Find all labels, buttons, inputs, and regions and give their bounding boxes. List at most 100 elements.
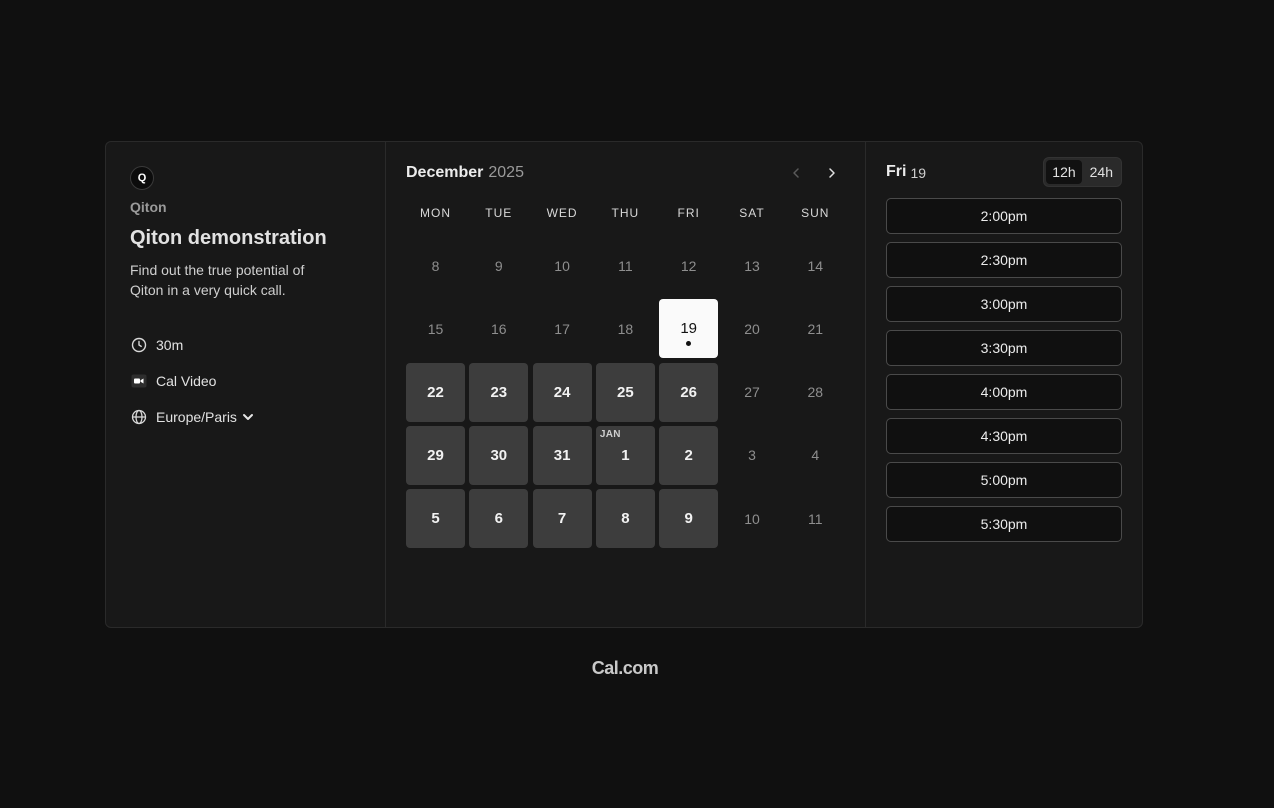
day-cell: 14	[786, 236, 845, 295]
date-picker: December 2025 MON TUE WED THU FRI SAT SUN 8 9 10…	[386, 142, 866, 627]
time-slot-button[interactable]: 4:00pm	[886, 374, 1122, 410]
day-cell: 10	[533, 236, 592, 295]
day-number: 12	[680, 257, 697, 274]
day-cell: 20	[722, 299, 781, 358]
time-slot-button[interactable]: 2:00pm	[886, 198, 1122, 234]
month-tag: JAN	[599, 428, 621, 440]
location-label: Cal Video	[156, 373, 217, 389]
day-cell[interactable]: 29	[406, 425, 465, 485]
day-cell: 15	[406, 299, 465, 358]
event-title: Qiton demonstration	[130, 227, 327, 249]
day-number: 26	[680, 383, 698, 401]
day-number: 18	[617, 320, 634, 337]
day-number: 5	[431, 510, 440, 528]
day-cell[interactable]: 26	[659, 362, 719, 422]
day-cell[interactable]: 25	[595, 362, 655, 422]
day-cell[interactable]: 2	[659, 425, 719, 485]
day-number: 17	[554, 320, 570, 337]
day-number: 27	[744, 384, 760, 401]
weekday-label: SAT	[739, 206, 765, 220]
time-slot-button[interactable]: 4:30pm	[886, 418, 1122, 454]
selected-day-number: 19	[910, 164, 927, 181]
weekday-header: MON TUE WED THU FRI SAT SUN	[406, 206, 845, 220]
day-number: 23	[490, 383, 508, 401]
day-number: 29	[427, 446, 444, 464]
day-number: 25	[617, 383, 634, 401]
day-cell[interactable]: 31	[532, 425, 592, 485]
day-number: 22	[427, 383, 444, 401]
day-number: 31	[553, 446, 571, 464]
day-number: 9	[494, 257, 503, 274]
day-number: 8	[431, 257, 440, 274]
day-number: 10	[554, 257, 570, 274]
organization-name: Qiton	[130, 199, 167, 215]
calendar-year: 2025	[488, 164, 524, 181]
day-cell[interactable]: 5	[406, 489, 465, 549]
day-cell[interactable]: 8	[595, 489, 655, 549]
day-cell[interactable]: 30	[469, 425, 529, 485]
day-number: 4	[811, 447, 820, 464]
time-slot-button[interactable]: 5:00pm	[886, 462, 1122, 498]
day-cell: 11	[786, 489, 845, 548]
selected-day-cell[interactable]: 19	[659, 299, 719, 359]
time-slots-panel: Fri 19 12h 24h 2:00pm 2:30pm 3:00pm 3:30pm 4…	[866, 142, 1142, 627]
day-number: 3	[748, 447, 756, 464]
day-number: 19	[680, 320, 698, 338]
brand-logo: Cal.com	[591, 658, 659, 678]
day-cell[interactable]: 6	[469, 489, 529, 549]
day-cell[interactable]: JAN 1	[595, 425, 655, 485]
day-number: 1	[621, 446, 630, 464]
slots-header: Fri 19 12h 24h	[886, 156, 1122, 188]
day-number: 2	[684, 446, 693, 464]
day-number: 28	[807, 384, 824, 401]
time-slot-button[interactable]: 3:00pm	[886, 286, 1122, 322]
format-12h-option[interactable]: 12h	[1046, 160, 1082, 184]
day-cell[interactable]: 7	[532, 489, 592, 549]
day-number: 15	[427, 320, 444, 337]
day-number: 24	[553, 383, 571, 401]
time-slot-button[interactable]: 2:30pm	[886, 242, 1122, 278]
event-description: Find out the true potential of Qiton in …	[130, 262, 305, 298]
day-cell[interactable]: 24	[532, 362, 592, 422]
weekday-label: SUN	[801, 206, 830, 220]
format-24h-option[interactable]: 24h	[1084, 160, 1119, 184]
event-info-panel: Q Qiton Qiton demonstration Find out the…	[106, 142, 386, 627]
day-number: 20	[744, 320, 760, 337]
previous-month-button[interactable]	[785, 162, 807, 184]
day-cell: 8	[406, 236, 465, 295]
day-grid: 8 9 10 11 12 13 14 15 16 17 18 19 20 21 22 23 24 25 26 27 28…	[406, 236, 845, 549]
time-slot-button[interactable]: 3:30pm	[886, 330, 1122, 366]
video-camera-icon	[130, 372, 148, 390]
chevron-left-icon	[793, 168, 799, 178]
weekday-label: THU	[611, 206, 640, 220]
next-month-button[interactable]	[821, 162, 843, 184]
day-number: 8	[621, 510, 630, 528]
day-cell[interactable]: 9	[659, 489, 719, 549]
organization-avatar: Q	[130, 166, 154, 190]
day-cell[interactable]: 23	[469, 362, 529, 422]
day-number: 30	[490, 446, 508, 464]
day-cell: 17	[533, 299, 592, 358]
day-number: 16	[491, 320, 507, 337]
avatar-letter: Q	[137, 172, 147, 184]
booker-widget: Q Qiton Qiton demonstration Find out the…	[105, 141, 1143, 628]
time-slot-list: 2:00pm 2:30pm 3:00pm 3:30pm 4:00pm 4:30pm 5:00…	[886, 198, 1122, 542]
timezone-select[interactable]: Europe/Paris	[130, 406, 255, 428]
globe-icon	[130, 408, 148, 426]
weekday-label: FRI	[677, 206, 700, 220]
day-number: 21	[807, 320, 824, 337]
weekday-label: WED	[546, 206, 578, 220]
weekday-label: MON	[420, 206, 451, 220]
day-number: 9	[684, 510, 693, 528]
day-cell: 11	[596, 236, 655, 295]
event-location: Cal Video	[130, 370, 216, 392]
clock-icon	[130, 336, 148, 354]
time-format-toggle: 12h 24h	[1043, 157, 1122, 187]
day-number: 13	[744, 257, 760, 274]
day-cell: 3	[722, 426, 781, 485]
chevron-right-icon	[829, 168, 835, 178]
day-cell: 13	[722, 236, 781, 295]
duration-label: 30m	[156, 337, 184, 353]
day-cell[interactable]: 22	[406, 362, 465, 422]
time-slot-button[interactable]: 5:30pm	[886, 506, 1122, 542]
